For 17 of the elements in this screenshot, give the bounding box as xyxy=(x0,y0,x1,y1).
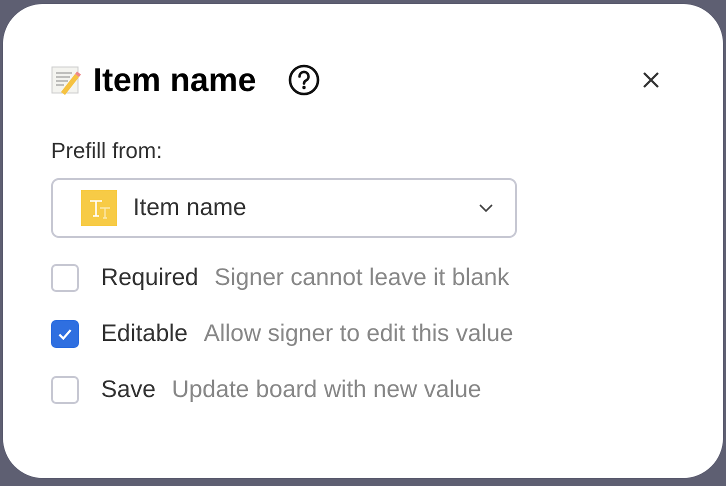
memo-pencil-icon xyxy=(51,65,81,95)
prefill-dropdown[interactable]: Item name xyxy=(51,178,517,238)
text-type-icon xyxy=(81,190,117,226)
checkbox[interactable] xyxy=(51,264,79,292)
option-label: Editable xyxy=(101,320,188,348)
option-label: Save xyxy=(101,376,156,404)
help-icon[interactable] xyxy=(288,64,320,96)
option-hint: Update board with new value xyxy=(172,376,482,404)
checkbox[interactable] xyxy=(51,376,79,404)
prefill-label: Prefill from: xyxy=(51,138,164,164)
option-hint: Allow signer to edit this value xyxy=(204,320,514,348)
option-label: Required xyxy=(101,264,198,292)
checkbox[interactable] xyxy=(51,320,79,348)
option-hint: Signer cannot leave it blank xyxy=(214,264,510,292)
close-icon[interactable] xyxy=(641,70,661,90)
chevron-down-icon xyxy=(479,204,493,212)
dialog-title: Item name xyxy=(93,61,256,99)
